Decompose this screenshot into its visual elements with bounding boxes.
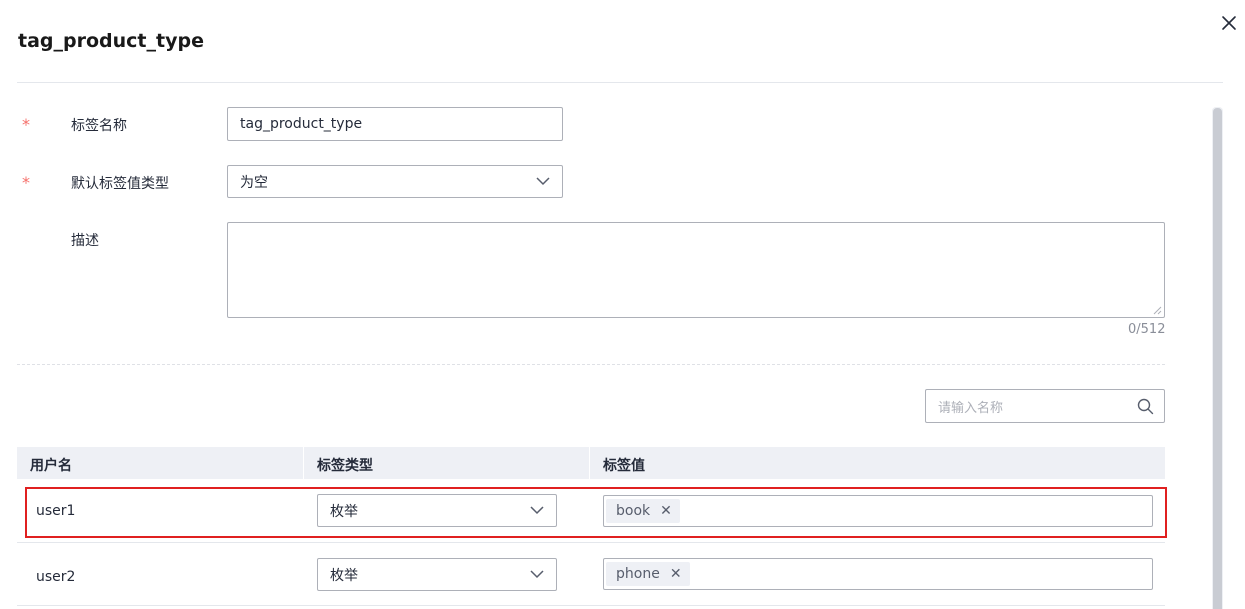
default-value-type-select[interactable]: 为空 [227,165,563,198]
row-divider [17,605,1165,606]
header-divider [17,82,1223,83]
scrollbar-thumb[interactable] [1213,108,1222,609]
tag-name-label: 标签名称 [71,118,127,134]
column-header-tag-type: 标签类型 [317,458,373,474]
tag-name-input[interactable]: tag_product_type [227,107,563,141]
row-tag-value-input[interactable]: phone ✕ [603,558,1153,590]
required-mark: * [22,115,30,134]
tag-chip: book ✕ [606,499,680,523]
tag-chip: phone ✕ [606,562,690,586]
description-textarea[interactable] [227,222,1165,318]
chevron-down-icon [536,176,550,185]
chevron-down-icon [530,505,544,514]
description-counter: 0/512 [1128,322,1166,337]
remove-tag-icon[interactable]: ✕ [670,566,682,582]
chevron-down-icon [530,569,544,578]
column-separator [303,447,304,479]
row-tag-value-input[interactable]: book ✕ [603,495,1153,527]
column-separator [589,447,590,479]
row-username: user2 [36,569,76,585]
row-tag-type-select[interactable]: 枚举 [317,558,557,591]
table-header [17,447,1165,479]
required-mark: * [22,173,30,192]
search-placeholder: 请输入名称 [938,400,1004,416]
row-tag-type-value: 枚举 [330,503,358,520]
row-divider [17,542,1165,543]
column-header-username: 用户名 [30,458,72,474]
search-icon[interactable] [1137,398,1154,415]
row-tag-type-select[interactable]: 枚举 [317,494,557,527]
resize-handle-icon[interactable] [1153,306,1162,315]
tag-chip-label: book [616,503,651,519]
section-divider [17,364,1165,365]
default-value-type-label: 默认标签值类型 [71,176,169,192]
tag-chip-label: phone [616,566,660,582]
dialog-title: tag_product_type [18,30,204,52]
close-icon[interactable] [1219,13,1239,33]
column-header-tag-value: 标签值 [603,458,645,474]
row-tag-type-value: 枚举 [330,567,358,584]
remove-tag-icon[interactable]: ✕ [660,503,672,519]
default-value-type-value: 为空 [240,174,268,191]
description-label: 描述 [71,233,99,249]
search-input[interactable]: 请输入名称 [925,389,1165,423]
row-username: user1 [36,503,76,519]
tag-name-value: tag_product_type [240,116,363,132]
